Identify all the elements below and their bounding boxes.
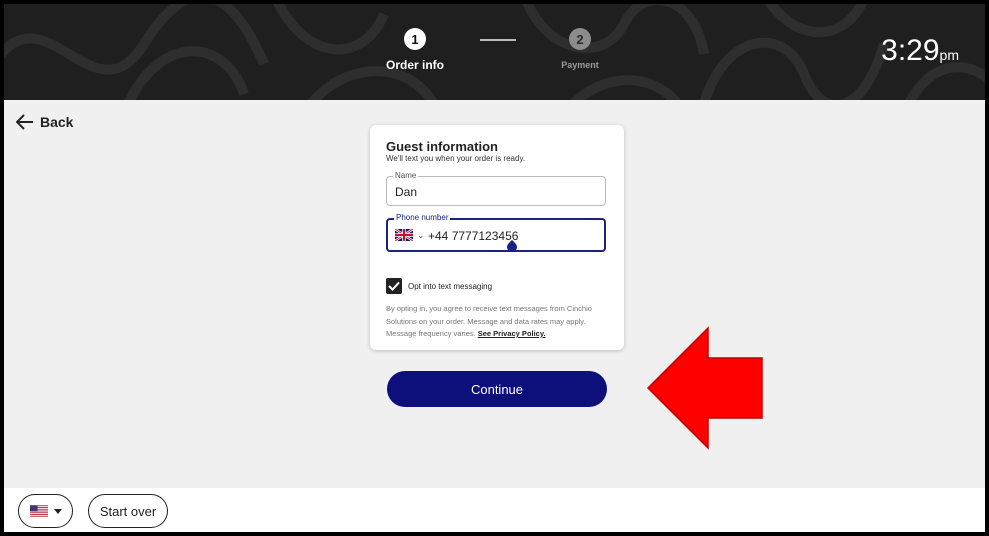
step-payment: 2 Payment <box>540 28 620 70</box>
start-over-button[interactable]: Start over <box>88 494 168 528</box>
step-number: 1 <box>404 28 426 50</box>
opt-in-disclaimer: By opting in, you agree to receive text … <box>386 303 612 341</box>
us-flag-icon <box>29 505 48 517</box>
red-arrow-annotation <box>646 326 763 450</box>
card-title: Guest information <box>386 139 498 154</box>
continue-button[interactable]: Continue <box>387 371 607 407</box>
checkmark-icon[interactable] <box>386 278 402 294</box>
name-field-label: Name <box>393 171 419 180</box>
card-subtitle: We'll text you when your order is ready. <box>386 154 526 163</box>
back-label: Back <box>40 114 74 130</box>
opt-in-checkbox[interactable]: Opt into text messaging <box>386 278 492 294</box>
header: 1 Order info 2 Payment 3:29pm <box>4 4 985 100</box>
header-pattern <box>4 4 985 100</box>
uk-flag-icon[interactable] <box>395 229 413 241</box>
name-field-value: Dan <box>395 185 418 199</box>
kiosk-screen: 1 Order info 2 Payment 3:29pm Back Guest… <box>4 4 985 532</box>
privacy-policy-link[interactable]: See Privacy Policy. <box>478 329 546 338</box>
caret-down-icon <box>53 508 62 514</box>
step-connector <box>480 39 516 41</box>
opt-in-label: Opt into text messaging <box>408 281 493 291</box>
step-number: 2 <box>569 28 591 50</box>
phone-field-label: Phone number <box>394 213 451 222</box>
step-label: Order info <box>385 58 444 72</box>
name-field[interactable]: Name Dan <box>386 171 606 206</box>
chevron-down-icon[interactable]: ⌄ <box>417 230 425 241</box>
clock-ampm: pm <box>939 47 959 63</box>
phone-field[interactable]: Phone number ⌄ +44 7777123456 <box>386 213 606 255</box>
phone-field-value: +44 7777123456 <box>428 229 519 243</box>
back-button[interactable]: Back <box>16 114 73 130</box>
language-selector[interactable] <box>18 494 73 528</box>
clock-time: 3:29 <box>881 34 940 67</box>
clock: 3:29pm <box>881 34 959 68</box>
arrow-left-icon <box>16 114 33 130</box>
step-order-info: 1 Order info <box>375 28 455 72</box>
guest-info-card: Guest information We'll text you when yo… <box>370 125 624 350</box>
step-label: Payment <box>561 60 599 70</box>
footer: Start over <box>4 488 985 532</box>
